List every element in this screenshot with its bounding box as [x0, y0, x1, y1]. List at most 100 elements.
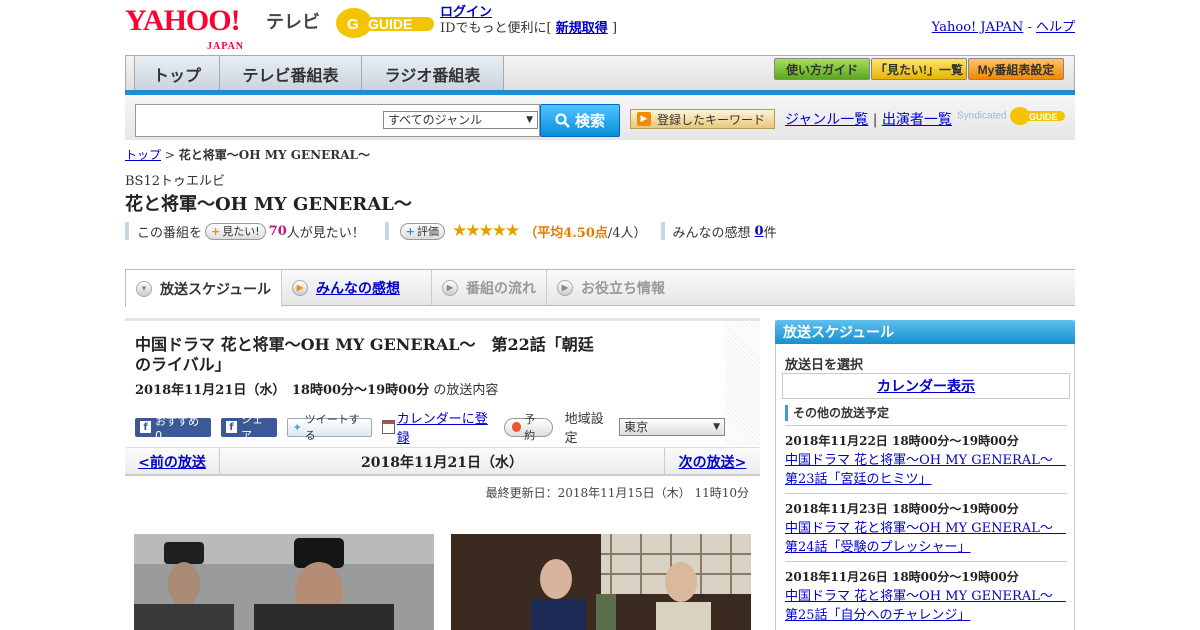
svg-text:GUIDE: GUIDE: [1029, 112, 1058, 122]
guide-button[interactable]: 使い方ガイド: [774, 58, 870, 80]
episode-box: 中国ドラマ 花と将軍～OH MY GENERAL～ 第22話「朝廷のライバル」 …: [125, 318, 760, 446]
facebook-recommend-label: おすすめ 0: [155, 414, 200, 442]
tv-logo-text[interactable]: テレビ: [266, 8, 320, 34]
tab-label: みんなの感想: [316, 279, 400, 296]
play-arrow-icon: ▶: [557, 279, 573, 296]
saved-keywords-label: 登録したキーワード: [657, 112, 766, 127]
rating-stars-icon: ★★★★★: [451, 221, 520, 241]
region-select[interactable]: 東京 ▼: [619, 418, 726, 436]
divider: [125, 222, 129, 240]
gguide-logo[interactable]: GUIDE G: [334, 6, 434, 40]
saved-keywords-button[interactable]: ▶ 登録したキーワード: [630, 109, 775, 129]
want-count: 70: [268, 223, 287, 239]
divider: [384, 222, 389, 240]
list-item-link[interactable]: 中国ドラマ 花と将軍～OH MY GENERAL～ 第25話「自分へのチャレンジ…: [785, 589, 1066, 623]
dropdown-arrow-icon: ▼: [713, 422, 721, 432]
plus-icon: +: [211, 224, 221, 238]
facebook-share-button[interactable]: f シェア: [220, 413, 277, 442]
gguide-small-logo: GUIDE: [1010, 107, 1066, 125]
prev-broadcast-link[interactable]: <前の放送: [138, 452, 206, 472]
select-date-label: 放送日を選択: [785, 358, 864, 373]
tab-program-flow[interactable]: ▶ 番組の流れ: [432, 270, 547, 305]
sidebar: 放送スケジュール 放送日を選択 カレンダー表示 その他の放送予定 2018年11…: [775, 320, 1075, 630]
yahoo-japan-link[interactable]: Yahoo! JAPAN: [932, 20, 1024, 35]
divider: [660, 222, 665, 240]
add-to-calendar-link[interactable]: カレンダーに登録: [397, 408, 494, 446]
rate-button-label: 評価: [416, 225, 439, 238]
breadcrumb: トップ > 花と将軍～OH MY GENERAL～: [125, 146, 370, 163]
record-dot-icon: [511, 422, 522, 432]
prev-broadcast-cell: <前の放送: [125, 448, 220, 475]
login-box: ログイン IDでもっと便利に[ 新規取得 ]: [440, 5, 617, 37]
watchlist-button[interactable]: 「見たい!」一覧: [871, 58, 967, 80]
want-prefix: この番組を: [137, 225, 203, 241]
want-button-label: 見たい!: [222, 225, 260, 238]
top-links-dash: -: [1027, 20, 1032, 35]
nav-tab-tv-listings[interactable]: テレビ番組表: [220, 56, 362, 91]
rating-average: 平均4.50点: [537, 225, 608, 241]
next-broadcast-link[interactable]: 次の放送>: [679, 452, 747, 472]
want-suffix: 人が見たい！: [286, 225, 365, 241]
genre-select[interactable]: すべてのジャンル ▼: [383, 111, 538, 129]
login-link[interactable]: ログイン: [440, 5, 492, 20]
genre-list-link[interactable]: ジャンル一覧: [785, 112, 868, 128]
list-item-date: 2018年11月26日 18時00分～19時00分: [785, 570, 1019, 584]
breadcrumb-top-link[interactable]: トップ: [125, 148, 161, 162]
search-bar: すべてのジャンル ▼ 検索 ▶ 登録したキーワード ジャンル一覧 | 出演者一覧…: [125, 95, 1075, 140]
tweet-label: ツイートする: [304, 413, 360, 442]
help-link[interactable]: ヘルプ: [1036, 20, 1075, 35]
breadcrumb-separator: >: [164, 148, 175, 162]
play-arrow-icon: ▶: [292, 279, 308, 296]
play-triangle-icon: ▶: [637, 112, 651, 126]
nav-tab-top[interactable]: トップ: [134, 56, 220, 91]
list-item-link[interactable]: 中国ドラマ 花と将軍～OH MY GENERAL～ 第24話「受験のプレッシャー…: [785, 521, 1066, 555]
my-listings-settings-button[interactable]: My番組表設定: [968, 58, 1064, 80]
search-button-label: 検索: [574, 113, 605, 130]
svg-text:GUIDE: GUIDE: [368, 16, 412, 32]
syndicated-text: Syndicated: [957, 110, 1007, 122]
impressions-count-link[interactable]: 0: [755, 224, 764, 239]
list-item: 2018年11月26日 18時00分～19時00分 中国ドラマ 花と将軍～OH …: [785, 561, 1067, 625]
facebook-recommend-button[interactable]: f おすすめ 0: [135, 415, 211, 442]
yahoo-logo[interactable]: YAHOO! JAPAN: [125, 6, 243, 53]
impressions-suffix: 件: [763, 225, 777, 241]
tab-label: 番組の流れ: [466, 279, 536, 296]
reserve-button[interactable]: 予約: [503, 413, 553, 442]
tab-broadcast-schedule[interactable]: ▼ 放送スケジュール: [125, 270, 282, 307]
list-links: ジャンル一覧 | 出演者一覧: [785, 109, 952, 129]
magnifier-icon: [555, 112, 570, 128]
episode-photo-1[interactable]: [134, 534, 434, 630]
region-value: 東京: [624, 420, 649, 434]
calendar-display-link: カレンダー表示: [877, 379, 975, 395]
want-to-watch-button[interactable]: + 見たい!: [205, 222, 266, 240]
plus-icon: +: [405, 224, 415, 238]
tab-useful-info[interactable]: ▶ お役立ち情報: [547, 270, 682, 305]
twitter-bird-icon: ✦: [292, 420, 302, 434]
calendar-icon: [381, 420, 395, 434]
other-broadcasts-heading: その他の放送予定: [785, 405, 889, 421]
tab-label: お役立ち情報: [581, 279, 665, 296]
list-item-link[interactable]: 中国ドラマ 花と将軍～OH MY GENERAL～ 第23話「宮廷のヒミツ」: [785, 453, 1066, 487]
signup-link[interactable]: 新規取得: [556, 21, 608, 36]
episode-datetime-value: 2018年11月21日（水） 18時00分～19時00分: [135, 383, 430, 398]
nav-tab-radio-listings[interactable]: ラジオ番組表: [362, 56, 504, 91]
calendar-display-button[interactable]: カレンダー表示: [782, 373, 1070, 399]
search-button[interactable]: 検索: [540, 104, 620, 137]
impressions-prefix: みんなの感想: [672, 225, 751, 241]
episode-datetime-suffix: の放送内容: [433, 383, 499, 398]
list-item: 2018年11月22日 18時00分～19時00分 中国ドラマ 花と将軍～OH …: [785, 425, 1067, 489]
tab-impressions[interactable]: ▶ みんなの感想: [282, 270, 432, 305]
pager-current-date: 2018年11月21日（水）: [361, 454, 523, 471]
chevron-down-icon: ▼: [136, 280, 152, 297]
program-metrics: この番組を + 見たい! 70 人が見たい！ + 評価 ★★★★★ （平均4.50点…: [125, 220, 777, 242]
performer-list-link[interactable]: 出演者一覧: [882, 112, 952, 128]
rate-button[interactable]: + 評価: [399, 222, 445, 240]
episode-photo-2[interactable]: [451, 534, 751, 630]
tweet-button[interactable]: ✦ ツイートする: [286, 413, 372, 442]
list-item-date: 2018年11月22日 18時00分～19時00分: [785, 434, 1019, 448]
main-nav: トップ テレビ番組表 ラジオ番組表 使い方ガイド 「見たい!」一覧 My番組表設…: [125, 55, 1075, 95]
broadcast-pager: <前の放送 2018年11月21日（水） 次の放送>: [125, 447, 760, 476]
photo-2-image: [451, 534, 751, 630]
list-item: 2018年11月23日 18時00分～19時00分 中国ドラマ 花と将軍～OH …: [785, 493, 1067, 557]
episode-datetime: 2018年11月21日（水） 18時00分～19時00分 の放送内容: [135, 379, 498, 398]
